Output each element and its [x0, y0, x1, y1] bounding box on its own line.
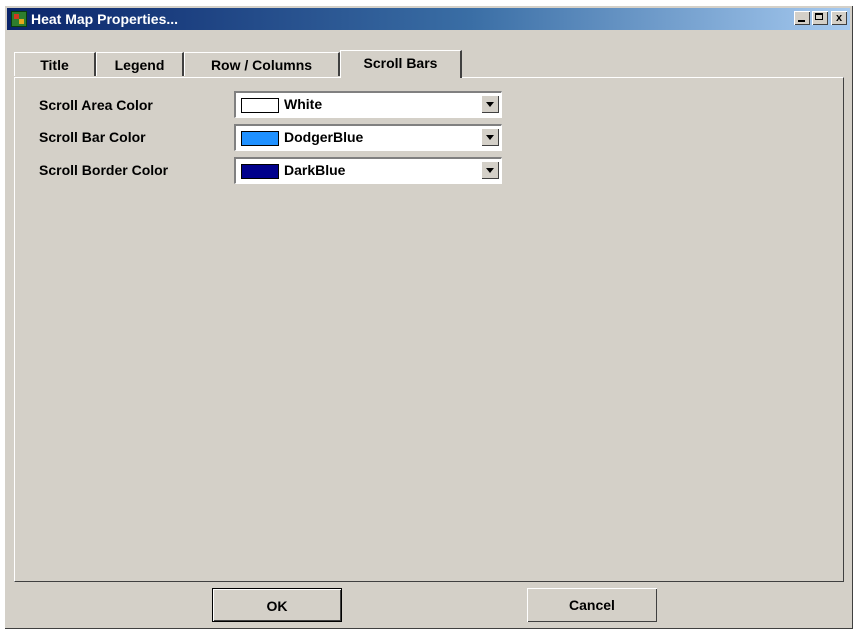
dropdown-button[interactable] [481, 161, 499, 179]
window-title: Heat Map Properties... [31, 11, 179, 27]
scroll-bar-color-select[interactable]: DodgerBlue [234, 124, 502, 151]
dropdown-button[interactable] [481, 95, 499, 113]
color-swatch [241, 164, 279, 179]
chevron-down-icon [486, 135, 494, 140]
tab-title[interactable]: Title [14, 52, 96, 76]
ok-button[interactable]: OK [212, 588, 342, 622]
title-bar[interactable]: Heat Map Properties... x [7, 8, 850, 30]
heat-map-app-icon [11, 11, 27, 27]
scroll-border-color-label: Scroll Border Color [39, 162, 169, 178]
tab-legend[interactable]: Legend [96, 52, 184, 76]
close-button[interactable]: x [831, 11, 847, 25]
scroll-area-color-label: Scroll Area Color [39, 97, 153, 113]
dropdown-button[interactable] [481, 128, 499, 146]
minimize-icon [798, 20, 805, 22]
chevron-down-icon [486, 168, 494, 173]
selected-color-name: DodgerBlue [284, 129, 364, 145]
close-icon: x [835, 12, 843, 24]
selected-color-name: DarkBlue [284, 162, 346, 178]
color-swatch [241, 98, 279, 113]
minimize-button[interactable] [794, 11, 810, 25]
scroll-bar-color-label: Scroll Bar Color [39, 129, 146, 145]
scroll-area-color-select[interactable]: White [234, 91, 502, 118]
scroll-border-color-select[interactable]: DarkBlue [234, 157, 502, 184]
scroll-bars-panel: Scroll Area Color White Scroll Bar Color… [14, 77, 844, 582]
properties-dialog: Heat Map Properties... x Title Legend Ro… [4, 5, 853, 629]
maximize-icon [815, 13, 823, 20]
tab-scroll-bars[interactable]: Scroll Bars [340, 50, 462, 78]
selected-color-name: White [284, 96, 323, 112]
tab-row-columns[interactable]: Row / Columns [184, 52, 340, 76]
color-swatch [241, 131, 279, 146]
maximize-button[interactable] [812, 11, 828, 25]
cancel-button[interactable]: Cancel [527, 588, 657, 622]
chevron-down-icon [486, 102, 494, 107]
